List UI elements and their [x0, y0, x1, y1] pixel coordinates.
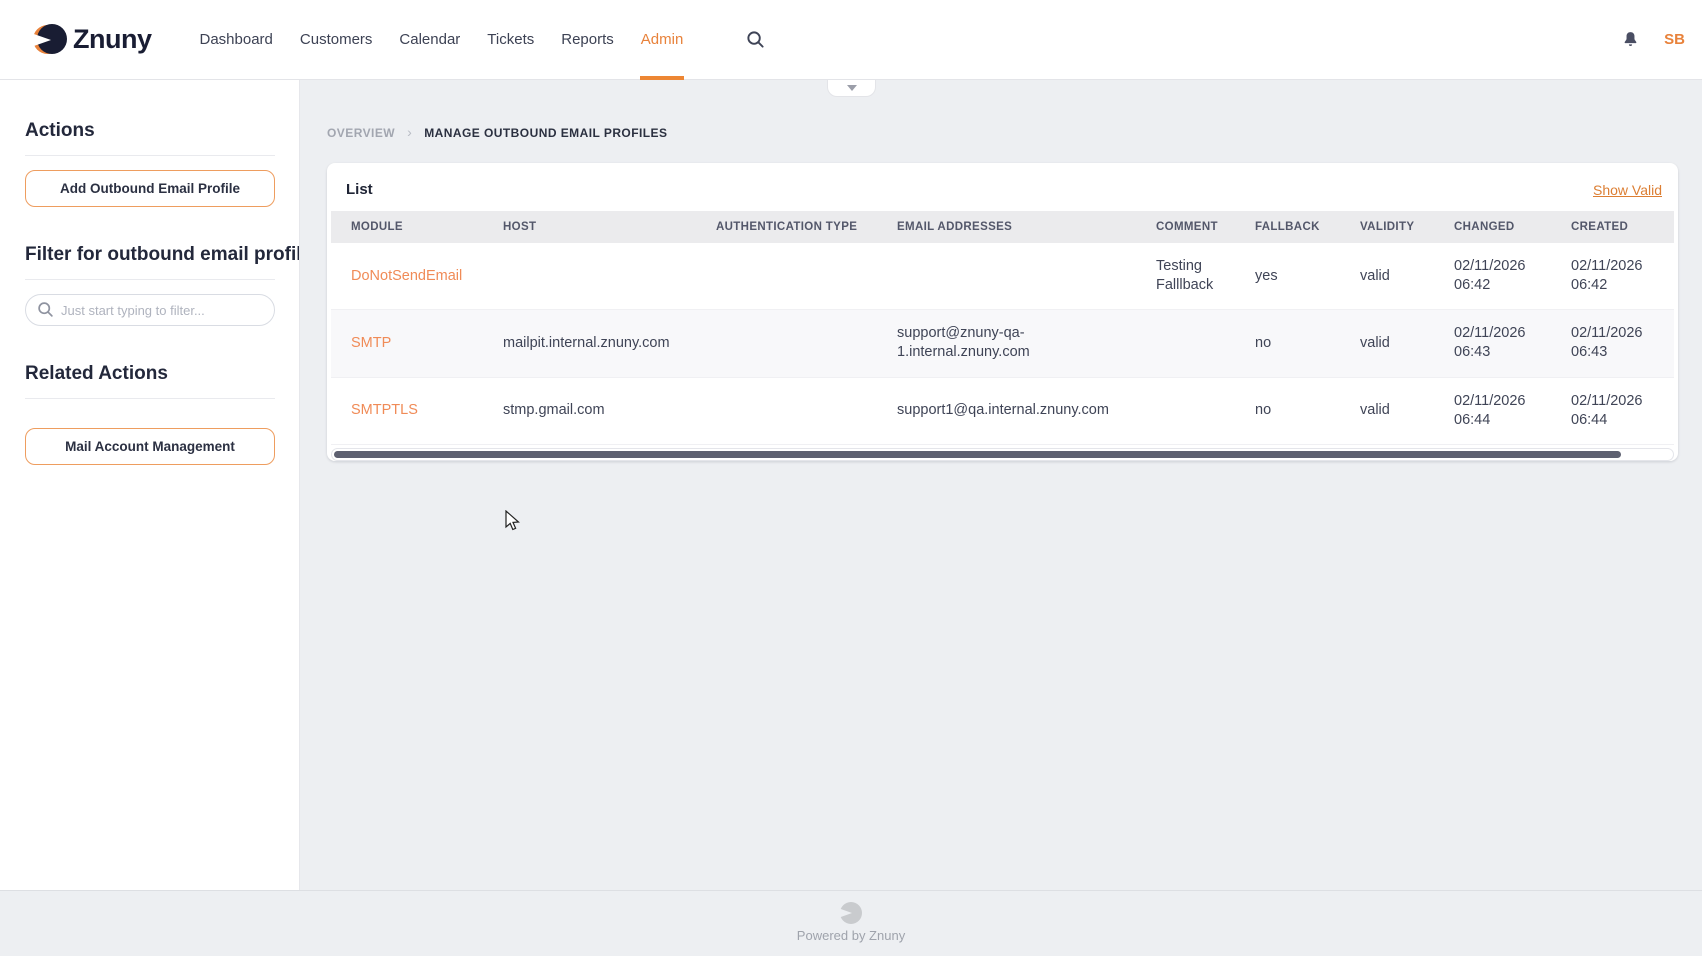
show-valid-link[interactable]: Show Valid — [1593, 182, 1662, 198]
cell-host: mailpit.internal.znuny.com — [483, 310, 696, 377]
cell-host — [483, 243, 696, 310]
top-navigation-bar: Znuny Dashboard Customers Calendar Ticke… — [0, 0, 1702, 80]
main-nav: Dashboard Customers Calendar Tickets Rep… — [200, 0, 766, 80]
divider — [25, 398, 275, 399]
cell-created: 02/11/2026 06:43 — [1551, 310, 1674, 377]
bell-icon[interactable] — [1621, 30, 1640, 50]
cell-comment: Testing Falllback — [1136, 243, 1235, 310]
profile-link-smtp[interactable]: SMTP — [351, 335, 391, 351]
column-header-host: HOST — [483, 211, 696, 243]
chevron-right-icon: › — [407, 125, 412, 139]
nav-item-customers[interactable]: Customers — [300, 0, 373, 80]
header-collapse-toggle[interactable] — [827, 80, 876, 97]
column-header-created: CREATED — [1551, 211, 1674, 243]
cell-comment — [1136, 377, 1235, 444]
search-icon[interactable] — [746, 30, 765, 49]
breadcrumb-overview-link[interactable]: OVERVIEW — [327, 126, 395, 140]
main-content: OVERVIEW › MANAGE OUTBOUND EMAIL PROFILE… — [300, 80, 1702, 469]
cell-auth-type — [696, 243, 877, 310]
znuny-logo-icon — [33, 24, 64, 55]
nav-item-calendar[interactable]: Calendar — [399, 0, 460, 80]
nav-item-reports[interactable]: Reports — [561, 0, 614, 80]
column-header-comment: COMMENT — [1136, 211, 1235, 243]
horizontal-scrollbar-thumb[interactable] — [334, 451, 1621, 458]
cell-email: support1@qa.internal.znuny.com — [877, 377, 1136, 444]
nav-item-dashboard[interactable]: Dashboard — [200, 0, 273, 80]
cell-validity: valid — [1340, 310, 1434, 377]
znuny-logo-icon — [840, 902, 862, 924]
user-avatar[interactable]: SB — [1664, 31, 1685, 48]
cell-changed: 02/11/2026 06:42 — [1434, 243, 1551, 310]
divider — [25, 155, 275, 156]
nav-item-tickets[interactable]: Tickets — [487, 0, 534, 80]
cell-validity: valid — [1340, 243, 1434, 310]
column-header-email-addresses: EMAIL ADDRESSES — [877, 211, 1136, 243]
column-header-authentication-type: AUTHENTICATION TYPE — [696, 211, 877, 243]
cell-fallback: yes — [1235, 243, 1340, 310]
add-outbound-email-profile-button[interactable]: Add Outbound Email Profile — [25, 170, 275, 207]
cell-created: 02/11/2026 06:44 — [1551, 377, 1674, 444]
sidebar: Actions Add Outbound Email Profile Filte… — [0, 80, 300, 890]
cell-fallback: no — [1235, 377, 1340, 444]
profile-link-donotsendemail[interactable]: DoNotSendEmail — [351, 268, 462, 284]
table-row: SMTP mailpit.internal.znuny.com support@… — [331, 310, 1674, 377]
cell-created: 02/11/2026 06:42 — [1551, 243, 1674, 310]
column-header-validity: VALIDITY — [1340, 211, 1434, 243]
search-icon — [37, 301, 54, 323]
column-header-module: MODULE — [331, 211, 483, 243]
breadcrumb-current-page: MANAGE OUTBOUND EMAIL PROFILES — [424, 126, 667, 140]
cell-comment — [1136, 310, 1235, 377]
column-header-fallback: FALLBACK — [1235, 211, 1340, 243]
sidebar-filter-title: Filter for outbound email profiles — [25, 244, 299, 266]
mail-account-management-button[interactable]: Mail Account Management — [25, 428, 275, 465]
brand-name: Znuny — [73, 24, 152, 55]
cell-validity: valid — [1340, 377, 1434, 444]
outbound-email-profiles-table: MODULE HOST AUTHENTICATION TYPE EMAIL AD… — [331, 211, 1674, 445]
cell-changed: 02/11/2026 06:43 — [1434, 310, 1551, 377]
sidebar-related-actions-title: Related Actions — [25, 363, 275, 385]
cell-auth-type — [696, 377, 877, 444]
mouse-cursor — [505, 510, 522, 537]
footer-text: Powered by Znuny — [0, 928, 1702, 943]
nav-item-admin[interactable]: Admin — [641, 0, 684, 80]
cell-email — [877, 243, 1136, 310]
table-row: SMTPTLS stmp.gmail.com support1@qa.inter… — [331, 377, 1674, 444]
divider — [25, 279, 275, 280]
brand-logo[interactable]: Znuny — [33, 24, 152, 55]
list-card: List Show Valid MODULE HOST AUTHENTICATI… — [327, 163, 1678, 461]
breadcrumb: OVERVIEW › MANAGE OUTBOUND EMAIL PROFILE… — [327, 126, 1702, 140]
cell-auth-type — [696, 310, 877, 377]
cell-email: support@znuny-qa-1.internal.znuny.com — [877, 310, 1136, 377]
horizontal-scrollbar-track[interactable] — [331, 448, 1674, 461]
list-card-title: List — [346, 181, 373, 198]
footer: Powered by Znuny — [0, 890, 1702, 956]
chevron-down-icon — [847, 85, 857, 91]
cell-fallback: no — [1235, 310, 1340, 377]
table-header-row: MODULE HOST AUTHENTICATION TYPE EMAIL AD… — [331, 211, 1674, 243]
cell-host: stmp.gmail.com — [483, 377, 696, 444]
table-row: DoNotSendEmail Testing Falllback yes val… — [331, 243, 1674, 310]
profile-link-smtptls[interactable]: SMTPTLS — [351, 402, 418, 418]
cell-changed: 02/11/2026 06:44 — [1434, 377, 1551, 444]
column-header-changed: CHANGED — [1434, 211, 1551, 243]
filter-input[interactable] — [25, 294, 275, 326]
sidebar-actions-title: Actions — [25, 120, 275, 142]
